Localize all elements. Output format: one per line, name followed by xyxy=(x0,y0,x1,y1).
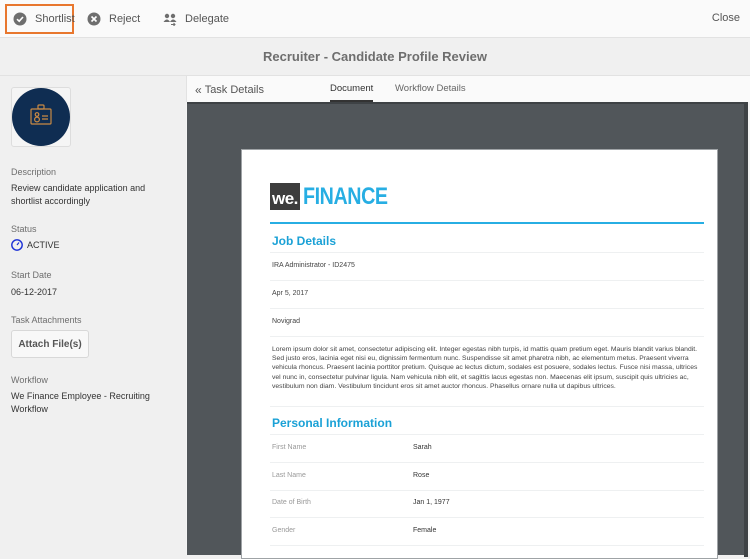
field-label-last-name: Last Name xyxy=(272,472,306,479)
reject-label: Reject xyxy=(109,13,141,25)
delegate-label: Delegate xyxy=(185,13,230,25)
job-description: Lorem ipsum dolor sit amet, consectetur … xyxy=(272,346,698,390)
tab-workflow-details[interactable]: Workflow Details xyxy=(395,83,466,102)
job-date: Apr 5, 2017 xyxy=(272,290,309,297)
status-value: ACTIVE xyxy=(27,240,60,250)
description-label: Description xyxy=(11,167,57,177)
clock-icon xyxy=(11,239,23,251)
viewer-scrollbar[interactable] xyxy=(744,104,748,557)
task-details-label: Task Details xyxy=(204,84,264,96)
shortlist-button[interactable]: Shortlist xyxy=(5,4,75,34)
field-label-dob: Date of Birth xyxy=(272,499,311,506)
task-avatar xyxy=(11,87,71,147)
field-value-last-name: Rose xyxy=(413,472,430,479)
workflow-value: We Finance Employee - Recruiting Workflo… xyxy=(11,391,150,414)
tab-document[interactable]: Document xyxy=(330,83,374,102)
logo-finance: FINANCE xyxy=(302,183,388,210)
field-value-first-name: Sarah xyxy=(413,444,432,451)
job-details-heading: Job Details xyxy=(272,234,337,248)
field-label-gender: Gender xyxy=(272,527,296,534)
divider xyxy=(270,490,704,491)
job-location: Novigrad xyxy=(272,318,301,325)
close-circle-icon xyxy=(87,12,101,26)
page-title: Recruiter - Candidate Profile Review xyxy=(0,38,750,76)
document-viewer: we. FINANCE Job Details IRA Administrato… xyxy=(187,102,748,559)
field-label-first-name: First Name xyxy=(272,444,307,451)
attachments-label: Task Attachments xyxy=(11,315,82,325)
workflow-label: Workflow xyxy=(11,375,48,385)
close-button[interactable]: Close xyxy=(712,12,740,24)
brand-divider xyxy=(270,222,704,224)
shortlist-label: Shortlist xyxy=(35,13,75,25)
double-chevron-left-icon: « xyxy=(195,83,202,97)
check-circle-icon xyxy=(13,12,27,26)
divider xyxy=(270,545,704,546)
task-sidebar: Description Review candidate application… xyxy=(0,76,186,555)
we-finance-logo: we. FINANCE xyxy=(270,183,406,210)
description-value: Review candidate application and shortli… xyxy=(11,183,146,206)
personal-info-heading: Personal Information xyxy=(272,416,393,430)
divider xyxy=(270,252,704,253)
status-badge: ACTIVE xyxy=(11,239,60,251)
start-date-label: Start Date xyxy=(11,270,52,280)
reject-button[interactable]: Reject xyxy=(87,4,140,34)
tab-bar: « Task Details Document Workflow Details xyxy=(186,76,750,102)
start-date-value: 06-12-2017 xyxy=(11,287,58,297)
divider xyxy=(270,308,704,309)
users-delegate-icon xyxy=(163,12,177,26)
main-panel: « Task Details Document Workflow Details… xyxy=(186,76,750,559)
divider xyxy=(270,406,704,407)
divider xyxy=(270,434,704,435)
id-badge-icon xyxy=(28,102,54,133)
logo-we: we. xyxy=(270,183,300,210)
task-details-toggle[interactable]: « Task Details xyxy=(195,83,264,97)
delegate-button[interactable]: Delegate xyxy=(163,4,229,34)
divider xyxy=(270,280,704,281)
attach-files-button[interactable]: Attach File(s) xyxy=(11,330,89,358)
divider xyxy=(270,517,704,518)
job-title: IRA Administrator - ID2475 xyxy=(272,262,355,269)
status-label: Status xyxy=(11,224,37,234)
action-toolbar: Shortlist Reject Delegate Close xyxy=(0,0,750,38)
field-value-dob: Jan 1, 1977 xyxy=(413,499,450,506)
divider xyxy=(270,462,704,463)
divider xyxy=(270,336,704,337)
field-value-gender: Female xyxy=(413,527,437,534)
document-page: we. FINANCE Job Details IRA Administrato… xyxy=(241,149,718,559)
